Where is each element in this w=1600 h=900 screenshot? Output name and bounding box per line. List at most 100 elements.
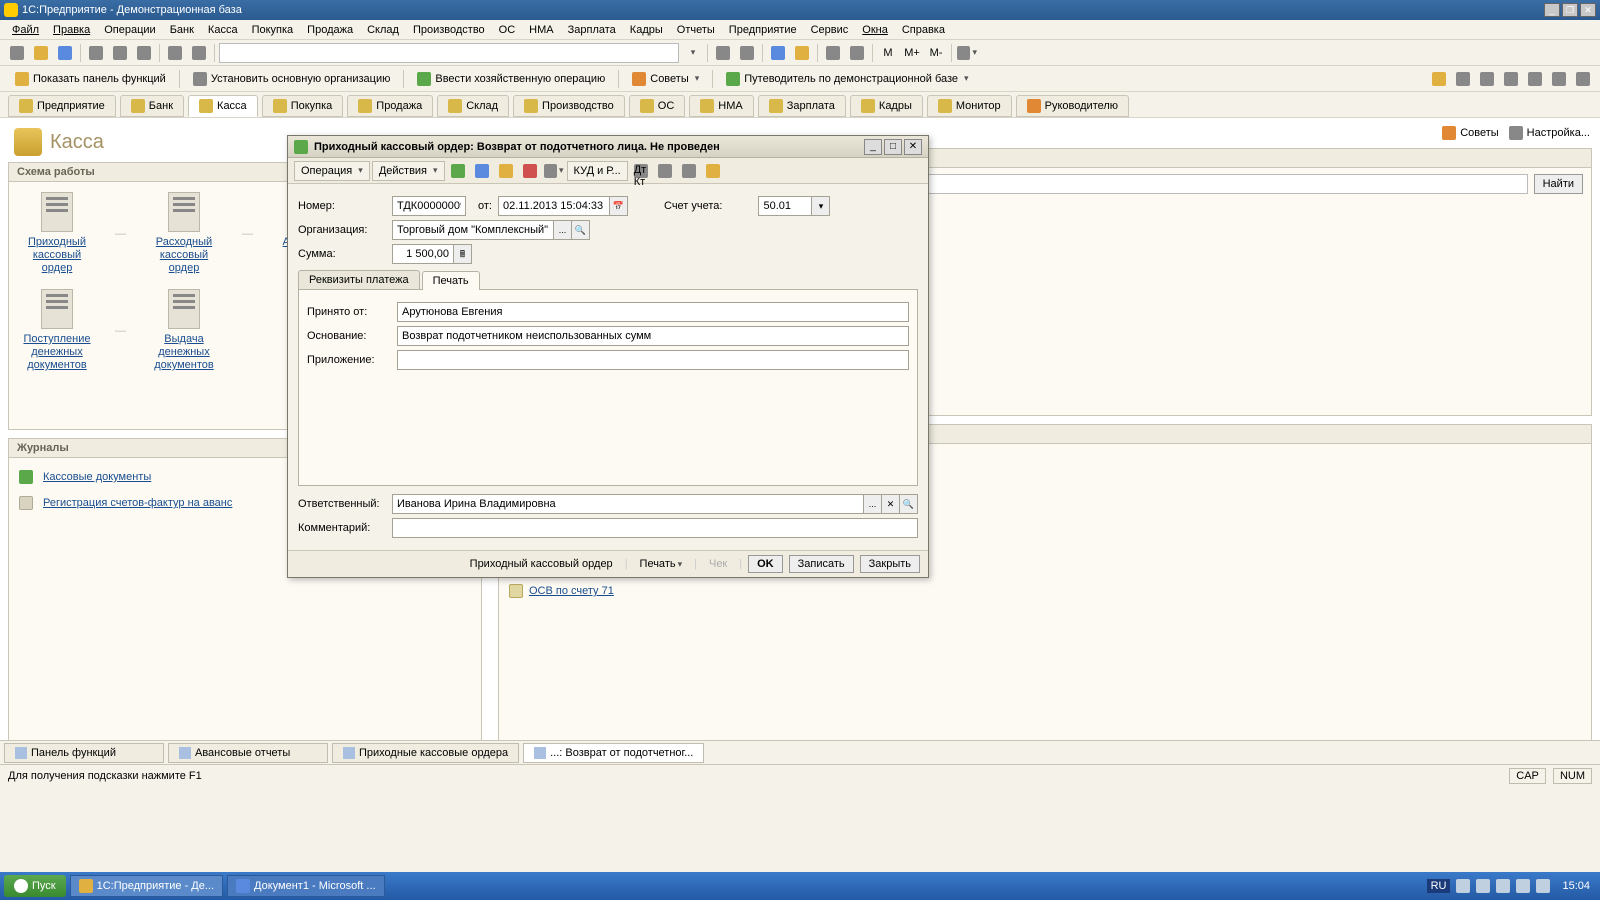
redo-button[interactable]: [188, 42, 210, 64]
dialog-close-button[interactable]: ✕: [904, 139, 922, 155]
tray-icon[interactable]: [1496, 879, 1510, 893]
print-dropdown[interactable]: Печать: [634, 556, 689, 572]
open-button[interactable]: [30, 42, 52, 64]
menu-production[interactable]: Производство: [407, 22, 491, 38]
help-button[interactable]: [767, 42, 789, 64]
cheque-button[interactable]: Чек: [703, 556, 733, 572]
menu-enterprise[interactable]: Предприятие: [723, 22, 803, 38]
menu-warehouse[interactable]: Склад: [361, 22, 405, 38]
cut-button[interactable]: [85, 42, 107, 64]
memory-mplus-button[interactable]: M+: [901, 42, 923, 64]
menu-service[interactable]: Сервис: [805, 22, 855, 38]
quick-btn-2[interactable]: [1452, 68, 1474, 90]
menu-operations[interactable]: Операции: [98, 22, 161, 38]
info-button[interactable]: [791, 42, 813, 64]
wintab-functions-panel[interactable]: Панель функций: [4, 743, 164, 763]
account-dropdown-button[interactable]: ▾: [812, 196, 830, 216]
dlg-dt-kt-button[interactable]: ДтКт: [630, 160, 652, 182]
tab-warehouse[interactable]: Склад: [437, 95, 509, 117]
close-button[interactable]: Закрыть: [860, 555, 920, 573]
responsible-select-button[interactable]: ...: [864, 494, 882, 514]
undo-button[interactable]: [164, 42, 186, 64]
tray-icon[interactable]: [1516, 879, 1530, 893]
kud-button[interactable]: КУД и Р...: [567, 161, 628, 181]
memory-m-button[interactable]: M: [877, 42, 899, 64]
report-link-7[interactable]: ОСВ по счету 71: [529, 582, 614, 600]
dialog-minimize-button[interactable]: _: [864, 139, 882, 155]
calendar-button[interactable]: [846, 42, 868, 64]
responsible-open-button[interactable]: 🔍: [900, 494, 918, 514]
date-picker-button[interactable]: 📅: [610, 196, 628, 216]
scheme-income-order[interactable]: Приходный кассовый ордер: [19, 192, 95, 275]
menu-help[interactable]: Справка: [896, 22, 951, 38]
received-from-input[interactable]: [397, 302, 909, 322]
start-button[interactable]: Пуск: [4, 875, 66, 897]
sum-calc-button[interactable]: 🖩: [454, 244, 472, 264]
quick-btn-3[interactable]: [1476, 68, 1498, 90]
paste-button[interactable]: [133, 42, 155, 64]
menu-nma[interactable]: НМА: [523, 22, 559, 38]
dlg-list-button[interactable]: [678, 160, 700, 182]
dlg-help-button[interactable]: [702, 160, 724, 182]
tab-hr[interactable]: Кадры: [850, 95, 923, 117]
ok-button[interactable]: OK: [748, 555, 783, 573]
date-input[interactable]: [498, 196, 610, 216]
taskbar-item-1c[interactable]: 1С:Предприятие - Де...: [70, 875, 223, 897]
basis-input[interactable]: [397, 326, 909, 346]
menu-hr[interactable]: Кадры: [624, 22, 669, 38]
tray-icon[interactable]: [1536, 879, 1550, 893]
responsible-clear-button[interactable]: ✕: [882, 494, 900, 514]
journal-cash-docs-link[interactable]: Кассовые документы: [43, 471, 151, 483]
tab-manager[interactable]: Руководителю: [1016, 95, 1129, 117]
quick-btn-1[interactable]: [1428, 68, 1450, 90]
quick-btn-4[interactable]: [1500, 68, 1522, 90]
dialog-maximize-button[interactable]: □: [884, 139, 902, 155]
scheme-money-out[interactable]: Выдача денежных документов: [146, 289, 222, 372]
wintab-current-doc[interactable]: ...: Возврат от подотчетног...: [523, 743, 704, 763]
menu-bank[interactable]: Банк: [164, 22, 200, 38]
menu-edit[interactable]: Правка: [47, 22, 96, 38]
set-main-org-button[interactable]: Установить основную организацию: [184, 68, 400, 90]
tips-link[interactable]: Советы: [1442, 126, 1498, 140]
window-minimize-button[interactable]: _: [1544, 3, 1560, 17]
attachment-input[interactable]: [397, 350, 909, 370]
tab-print[interactable]: Печать: [422, 271, 480, 290]
dlg-unpost-button[interactable]: [519, 160, 541, 182]
save-button[interactable]: Записать: [789, 555, 854, 573]
dlg-apply-button[interactable]: [447, 160, 469, 182]
comment-input[interactable]: [392, 518, 918, 538]
tab-bank[interactable]: Банк: [120, 95, 184, 117]
org-input[interactable]: [392, 220, 554, 240]
operation-dropdown[interactable]: Операция: [294, 161, 370, 181]
settings-link[interactable]: Настройка...: [1509, 126, 1590, 140]
tab-sale[interactable]: Продажа: [347, 95, 433, 117]
window-restore-button[interactable]: ❐: [1562, 3, 1578, 17]
tray-icon[interactable]: [1456, 879, 1470, 893]
new-button[interactable]: [6, 42, 28, 64]
menu-cashbox[interactable]: Касса: [202, 22, 244, 38]
calc-button[interactable]: [822, 42, 844, 64]
tab-purchase[interactable]: Покупка: [262, 95, 344, 117]
sum-input[interactable]: [392, 244, 454, 264]
quick-btn-7[interactable]: [1572, 68, 1594, 90]
save-button[interactable]: [54, 42, 76, 64]
menu-purchase[interactable]: Покупка: [246, 22, 300, 38]
tab-payment-details[interactable]: Реквизиты платежа: [298, 270, 420, 289]
responsible-input[interactable]: [392, 494, 864, 514]
number-input[interactable]: [392, 196, 466, 216]
clock[interactable]: 15:04: [1556, 880, 1596, 892]
guide-button[interactable]: Путеводитель по демонстрационной базе: [717, 68, 977, 90]
nav-back-button[interactable]: [712, 42, 734, 64]
tab-production[interactable]: Производство: [513, 95, 625, 117]
account-input[interactable]: [758, 196, 812, 216]
tab-enterprise[interactable]: Предприятие: [8, 95, 116, 117]
dlg-refresh-button[interactable]: [471, 160, 493, 182]
menu-sale[interactable]: Продажа: [301, 22, 359, 38]
enter-operation-button[interactable]: Ввести хозяйственную операцию: [408, 68, 614, 90]
address-dropdown[interactable]: [681, 42, 703, 64]
wintab-income-orders[interactable]: Приходные кассовые ордера: [332, 743, 519, 763]
scheme-expense-order[interactable]: Расходный кассовый ордер: [146, 192, 222, 275]
memory-mminus-button[interactable]: M-: [925, 42, 947, 64]
tab-nma[interactable]: НМА: [689, 95, 753, 117]
menu-windows[interactable]: Окна: [856, 22, 894, 38]
